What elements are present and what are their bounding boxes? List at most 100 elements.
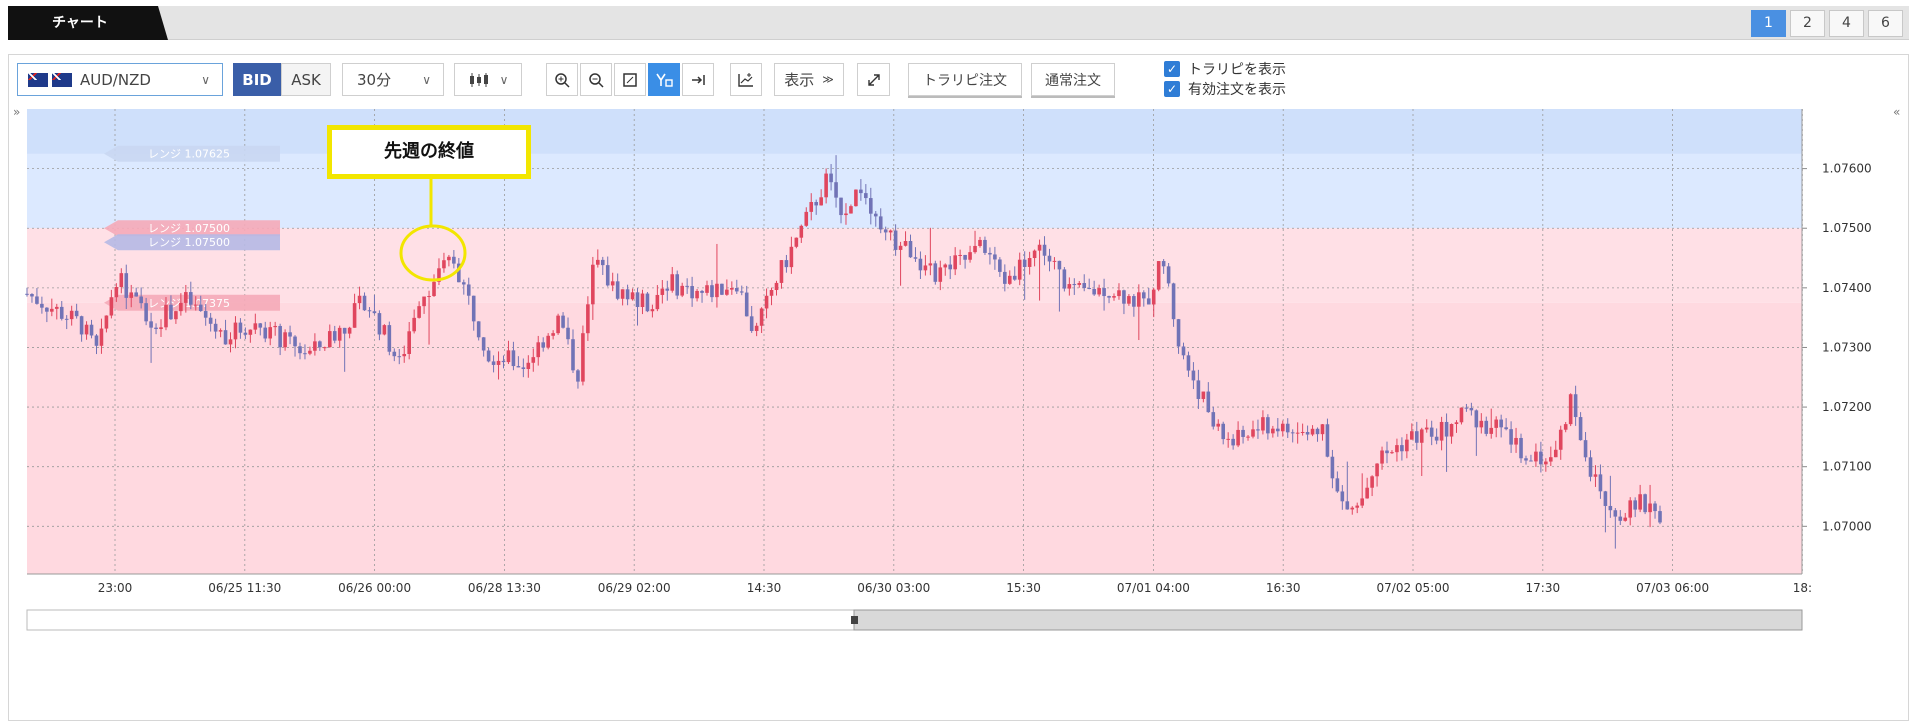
candle-body	[466, 284, 471, 296]
currency-pair-select[interactable]: AUD/NZD ∨	[17, 63, 223, 96]
display-menu-button[interactable]: 表示 ≫	[774, 63, 844, 96]
candle-body	[868, 198, 873, 214]
x-tick-label: 18:	[1793, 581, 1812, 595]
candle-body	[1544, 461, 1548, 465]
show-orders-checkbox[interactable]: ✓ 有効注文を表示	[1164, 79, 1286, 99]
collapse-right-icon[interactable]: «	[1893, 105, 1900, 119]
chart-toolbar: AUD/NZD ∨ BID ASK 30分 ∨ ∨ 表示 ≫ トラリピ注文 通常…	[9, 55, 1908, 103]
add-indicator-button[interactable]	[730, 63, 762, 96]
ask-button[interactable]: ASK	[281, 63, 331, 96]
candle-body	[144, 303, 148, 322]
candle-body	[1539, 451, 1543, 465]
chart-area[interactable]: レンジ 1.07625 レンジ 1.07500 レンジ 1.07500 レンジ 1.0…	[9, 103, 1908, 720]
y-axis-lock-button[interactable]	[648, 63, 680, 96]
candle-body	[337, 327, 342, 341]
candle-body	[600, 259, 605, 266]
x-tick-label: 07/03 06:00	[1636, 581, 1709, 595]
candle-body	[1320, 424, 1325, 435]
candle-body	[1107, 296, 1111, 298]
price-chart[interactable]: レンジ 1.07625 レンジ 1.07500レンジ 1.07500 レンジ 1.0…	[9, 103, 1908, 720]
candle-body	[774, 282, 779, 291]
candle-body	[452, 256, 456, 264]
candle-body	[1117, 290, 1121, 297]
candle-body	[1082, 283, 1087, 289]
collapse-left-icon[interactable]: »	[13, 105, 20, 119]
show-trailpi-checkbox[interactable]: ✓ トラリピを表示	[1164, 59, 1286, 79]
candle-body	[1648, 503, 1652, 513]
layout-button-2[interactable]: 2	[1790, 10, 1825, 37]
bid-button[interactable]: BID	[233, 63, 281, 96]
scroll-to-latest-button[interactable]	[682, 63, 714, 96]
normal-order-button[interactable]: 通常注文	[1031, 63, 1115, 96]
chart-type-select[interactable]: ∨	[454, 63, 522, 96]
candle-body	[1062, 269, 1067, 289]
layout-button-6[interactable]: 6	[1868, 10, 1903, 37]
x-tick-label: 15:30	[1006, 581, 1041, 595]
candle-body	[556, 315, 560, 334]
layout-button-4[interactable]: 4	[1829, 10, 1864, 37]
range-label-text: レンジ 1.07500	[148, 222, 230, 235]
candle-body	[114, 287, 119, 298]
candle-body	[928, 263, 933, 266]
fullscreen-button[interactable]	[857, 63, 890, 96]
candle-body	[1514, 437, 1518, 445]
candle-body	[1568, 394, 1573, 425]
candle-body	[1211, 412, 1216, 427]
candle-body	[149, 321, 153, 328]
candle-body	[1385, 450, 1389, 454]
candle-body	[749, 316, 754, 332]
candle-body	[720, 283, 724, 295]
candle-body	[1037, 244, 1042, 251]
candle-body	[1628, 500, 1633, 518]
candle-body	[442, 260, 446, 269]
candle-body	[124, 273, 129, 298]
candle-body	[1280, 423, 1285, 432]
candle-body	[496, 360, 501, 365]
candle-body	[1395, 445, 1399, 453]
candle-body	[1360, 498, 1364, 506]
candle-body	[864, 193, 868, 199]
candle-body	[1439, 421, 1444, 441]
candle-body	[983, 239, 987, 253]
candle-body	[586, 304, 590, 334]
candle-body	[968, 252, 972, 260]
candle-body	[1509, 429, 1513, 445]
candle-body	[1017, 259, 1022, 280]
candle-body	[576, 370, 580, 382]
timeframe-select[interactable]: 30分 ∨	[342, 63, 444, 96]
candle-body	[164, 304, 168, 328]
layout-button-1[interactable]: 1	[1751, 10, 1786, 37]
candle-body	[392, 351, 397, 357]
candle-body	[69, 310, 74, 320]
candle-body	[119, 273, 124, 288]
candle-body	[367, 310, 372, 312]
candle-body	[1489, 427, 1494, 434]
candle-body	[79, 316, 84, 335]
candle-body	[1310, 428, 1315, 435]
fit-view-button[interactable]	[614, 63, 646, 96]
candle-body	[1137, 292, 1141, 307]
chevron-down-icon: ∨	[201, 72, 210, 87]
x-tick-label: 06/25 11:30	[208, 581, 281, 595]
candle-body	[1146, 298, 1151, 305]
candle-body	[109, 297, 114, 316]
candle-body	[407, 331, 411, 354]
candle-body	[913, 257, 918, 259]
trailpi-order-button[interactable]: トラリピ注文	[908, 63, 1022, 96]
candle-body	[1141, 292, 1146, 299]
y-tick-label: 1.07400	[1822, 281, 1872, 295]
candle-body	[566, 327, 570, 340]
tab-chart[interactable]: チャート	[8, 6, 168, 40]
candle-body	[1593, 474, 1598, 477]
candle-body	[804, 211, 809, 226]
candle-body	[640, 293, 645, 308]
candle-body	[705, 285, 709, 293]
candle-body	[397, 356, 402, 358]
candle-body	[754, 325, 759, 332]
candle-body	[1003, 271, 1007, 284]
candle-body	[1315, 428, 1320, 435]
range-label-text: レンジ 1.07625	[148, 148, 230, 161]
candle-body	[784, 260, 789, 268]
zoom-in-button[interactable]	[546, 63, 578, 96]
zoom-out-button[interactable]	[580, 63, 612, 96]
